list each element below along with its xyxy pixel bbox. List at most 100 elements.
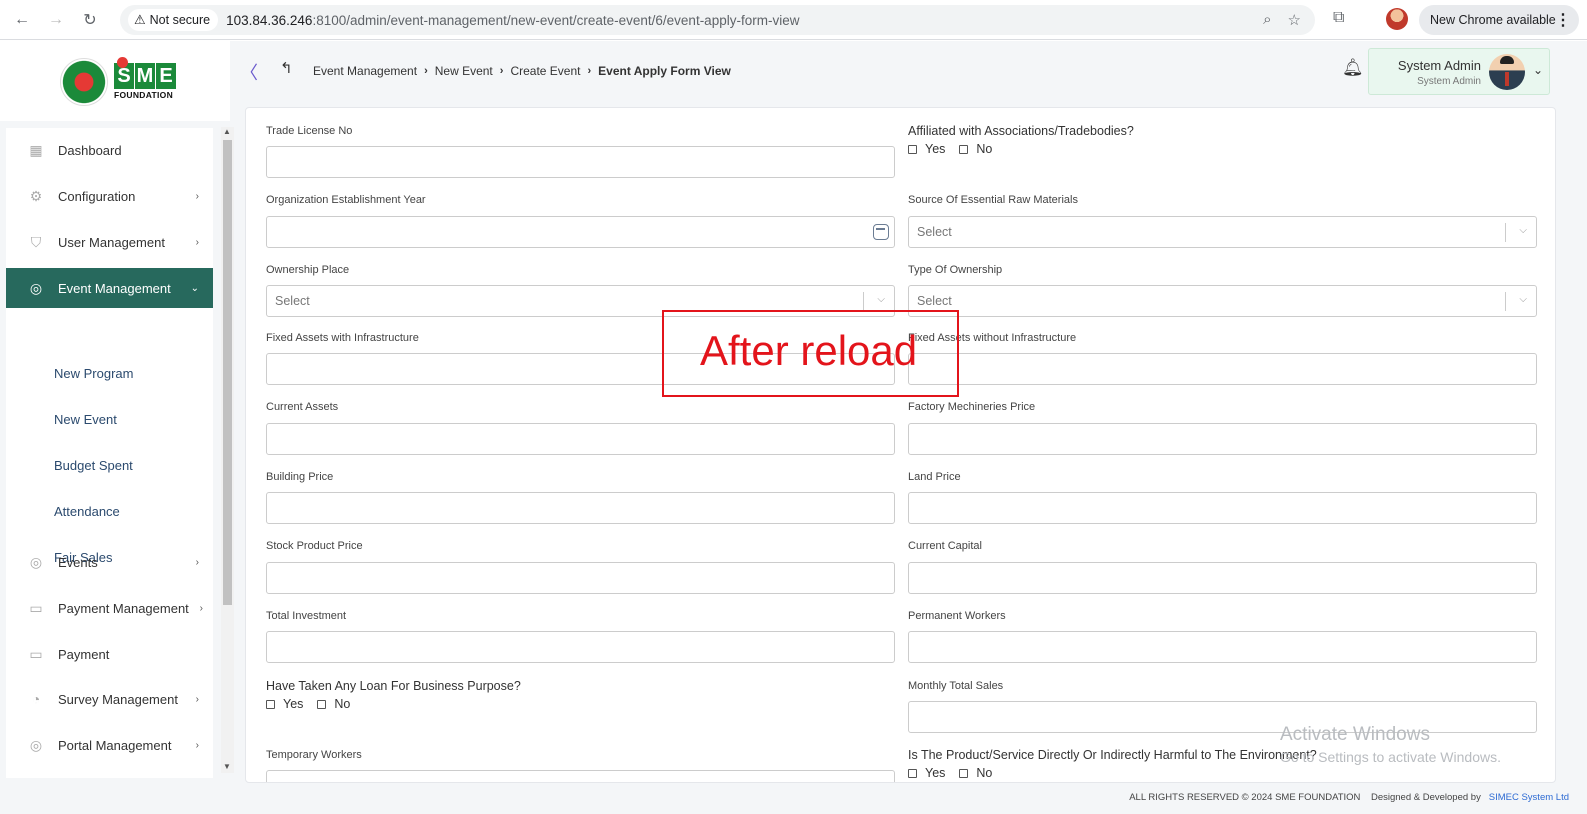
cash-icon: ▭ <box>29 599 43 616</box>
loan-no-checkbox[interactable] <box>317 699 327 709</box>
raw-materials-select[interactable]: Select ⌵ <box>908 216 1537 248</box>
address-bar[interactable]: ⚠ Not secure 103.84.36.246:8100/admin/ev… <box>120 5 1315 35</box>
sidebar: ▦ Dashboard ⚙ Configuration › ⛉ User Managem… <box>6 128 213 778</box>
footer-designed: Designed & Developed by <box>1370 792 1481 803</box>
browser-toolbar: ← → ↻ ⚠ Not secure 103.84.36.246:8100/ad… <box>0 0 1587 40</box>
fixed-assets-without-input[interactable] <box>908 353 1537 385</box>
sidebar-item-payment-management[interactable]: ▭ Payment Management › <box>6 588 213 628</box>
zoom-icon[interactable]: ⌕ <box>1263 11 1271 29</box>
breadcrumb-new-event[interactable]: New Event <box>435 64 493 78</box>
label-type-of-ownership: Type Of Ownership <box>908 264 1003 276</box>
label-raw-materials: Source Of Essential Raw Materials <box>908 194 1078 206</box>
chevron-down-icon[interactable]: ⌄ <box>1533 63 1543 77</box>
current-capital-input[interactable] <box>908 562 1537 594</box>
sidebar-item-survey-management[interactable]: ◔ Survey Management › <box>6 679 213 719</box>
profile-avatar[interactable] <box>1386 8 1408 30</box>
pie-icon: ◔ <box>31 691 41 707</box>
stock-price-input[interactable] <box>266 562 895 594</box>
url-text[interactable]: 103.84.36.246:8100/admin/event-managemen… <box>226 13 799 28</box>
topbar: 〈 ↰ Event Management › New Event › Create … <box>230 41 1587 103</box>
sidebar-item-dashboard[interactable]: ▦ Dashboard <box>6 130 213 170</box>
affiliated-options: Yes No <box>908 142 992 156</box>
total-investment-input[interactable] <box>266 631 895 663</box>
loan-yes-checkbox[interactable] <box>266 699 275 709</box>
label-current-assets: Current Assets <box>266 401 339 413</box>
event-apply-form: Trade License No Affiliated with Associa… <box>245 107 1556 783</box>
sidebar-item-user-management[interactable]: ⛉ User Management › <box>6 222 213 262</box>
chevron-down-icon: ⌵ <box>1519 225 1527 236</box>
user-name: System Admin <box>1397 58 1481 73</box>
breadcrumb: Event Management › New Event › Create Even… <box>313 64 731 78</box>
harmful-options: Yes No <box>908 766 992 780</box>
grid-icon: ▦ <box>29 141 43 158</box>
harmful-no-checkbox[interactable] <box>959 768 969 778</box>
forward-arrow-icon[interactable]: → <box>44 8 68 32</box>
sidebar-item-configuration[interactable]: ⚙ Configuration › <box>6 176 213 216</box>
extensions-icon[interactable]: ⧉ <box>1333 9 1344 27</box>
menu-dots-icon[interactable]: ⋮ <box>1555 10 1571 30</box>
label-building-price: Building Price <box>266 471 334 483</box>
warning-icon: ⚠ <box>134 12 146 27</box>
chevron-right-icon: › <box>499 65 504 77</box>
permanent-workers-input[interactable] <box>908 631 1537 663</box>
scroll-down-arrow-icon[interactable]: ▼ <box>223 762 231 771</box>
temporary-workers-input[interactable] <box>266 770 895 782</box>
label-loan-question: Have Taken Any Loan For Business Purpose… <box>266 679 521 693</box>
govt-emblem-logo <box>60 58 108 106</box>
label-establishment-year: Organization Establishment Year <box>266 194 426 206</box>
building-price-input[interactable] <box>266 492 895 524</box>
current-assets-input[interactable] <box>266 423 895 455</box>
collapse-sidebar-icon[interactable]: 〈 <box>240 59 258 85</box>
affiliated-yes-checkbox[interactable] <box>908 144 917 154</box>
activate-windows-title: Activate Windows <box>1280 724 1430 745</box>
harmful-yes-checkbox[interactable] <box>908 768 917 778</box>
sidebar-scroll-thumb[interactable] <box>223 140 232 605</box>
chevron-right-icon: › <box>424 65 428 77</box>
footer-company-link[interactable]: SIMEC System Ltd <box>1489 792 1569 803</box>
monthly-sales-input[interactable] <box>908 701 1537 733</box>
label-total-investment: Total Investment <box>266 610 347 622</box>
sidebar-item-event-management[interactable]: ◎ Event Management ⌄ <box>6 268 213 308</box>
security-chip[interactable]: ⚠ Not secure <box>128 9 219 31</box>
factory-price-input[interactable] <box>908 423 1537 455</box>
user-menu[interactable]: System Admin System Admin ⌄ <box>1368 48 1550 95</box>
sidebar-subitem-new-program[interactable]: New Program <box>54 366 133 381</box>
label-stock-price: Stock Product Price <box>266 540 363 552</box>
label-affiliated: Affiliated with Associations/Tradebodies… <box>908 124 1134 138</box>
sidebar-subitem-new-event[interactable]: New Event <box>54 412 117 427</box>
label-current-capital: Current Capital <box>908 540 982 552</box>
type-of-ownership-select[interactable]: Select ⌵ <box>908 285 1537 317</box>
label-factory-price: Factory Mechineries Price <box>908 401 1036 413</box>
label-monthly-sales: Monthly Total Sales <box>908 680 1004 692</box>
affiliated-no-checkbox[interactable] <box>959 144 969 154</box>
avatar <box>1489 54 1525 90</box>
label-trade-license: Trade License No <box>266 125 353 137</box>
config-icon: ⚙ <box>29 187 43 204</box>
footer: ALL RIGHTS RESERVED © 2024 SME FOUNDATIO… <box>0 786 1587 814</box>
reload-icon[interactable]: ↻ <box>78 8 102 32</box>
star-icon[interactable]: ☆ <box>1288 11 1301 29</box>
land-price-input[interactable] <box>908 492 1537 524</box>
label-land-price: Land Price <box>908 471 961 483</box>
sidebar-subitem-budget-spent[interactable]: Budget Spent <box>54 458 133 473</box>
back-icon[interactable]: ↰ <box>280 59 293 77</box>
breadcrumb-create-event[interactable]: Create Event <box>510 64 580 78</box>
bell-icon[interactable]: 🔔︎ <box>1342 58 1364 78</box>
sme-foundation-logo[interactable]: SME FOUNDATION <box>114 57 176 100</box>
breadcrumb-current: Event Apply Form View <box>598 64 731 78</box>
sidebar-item-portal-management[interactable]: ◎ Portal Management › <box>6 725 213 765</box>
establishment-year-input[interactable] <box>266 216 895 248</box>
breadcrumb-event-management[interactable]: Event Management <box>313 64 417 78</box>
sidebar-item-events[interactable]: ◎ Events › <box>6 542 213 582</box>
label-temporary-workers: Temporary Workers <box>266 749 362 761</box>
trade-license-input[interactable] <box>266 146 895 178</box>
chevron-right-icon: › <box>587 65 592 77</box>
update-chrome-button[interactable]: New Chrome available ⋮ <box>1419 5 1579 35</box>
calendar-icon[interactable] <box>873 224 889 240</box>
shield-icon: ⛉ <box>30 233 42 250</box>
scroll-up-arrow-icon[interactable]: ▲ <box>223 127 231 136</box>
sidebar-subitem-attendance[interactable]: Attendance <box>54 504 120 519</box>
back-arrow-icon[interactable]: ← <box>10 8 34 32</box>
sidebar-item-payment[interactable]: ▭ Payment <box>6 634 213 674</box>
chevron-down-icon: ⌵ <box>1519 294 1527 305</box>
